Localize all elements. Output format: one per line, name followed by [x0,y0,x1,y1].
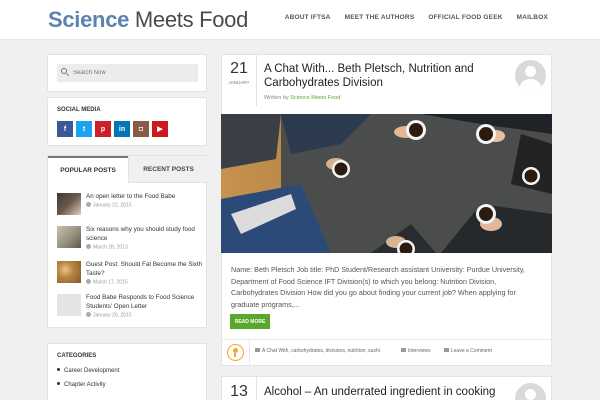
post-category-link[interactable]: Interviews [408,348,431,354]
post-title-link[interactable]: An open letter to the Food Babe [86,193,204,202]
post-date-text: January 22, 2015 [93,202,132,209]
list-item[interactable]: Guest Post: Should Fat Become the Sixth … [57,261,202,289]
instagram-icon[interactable]: ◘ [133,121,149,137]
post-thumbnail[interactable] [57,226,81,248]
clock-icon [86,202,91,207]
site-logo[interactable]: Science Meets Food [48,7,248,33]
post-category: Interviews [401,348,431,354]
tag-icon [255,348,260,352]
post-date-text: January 26, 2015 [93,312,132,319]
posts-tabs-widget: POPULAR POSTS RECENT POSTS An open lette… [47,155,208,328]
post-date-text: March 28, 2013 [93,244,128,251]
search-widget [47,54,207,92]
clock-icon [86,279,91,284]
post-thumbnail[interactable] [57,193,81,215]
post-title-link[interactable]: Guest Post: Should Fat Become the Sixth … [86,261,204,278]
post-tags-links[interactable]: A Chat With, carbohydrates, divisions, n… [262,348,380,354]
category-link[interactable]: Career Development [57,368,119,374]
social-media-title: SOCIAL MEDIA [57,107,101,113]
bullet-icon [57,382,60,385]
tab-popular-posts[interactable]: POPULAR POSTS [48,156,128,183]
search-icon [61,68,67,74]
clock-icon [86,312,91,317]
post-date-day: 13 [230,383,248,400]
logo-part1: Science [48,7,130,32]
post-title[interactable]: A Chat With... Beth Pletsch, Nutrition a… [264,62,499,90]
post-date: March 28, 2013 [86,244,128,251]
nav-mailbox[interactable]: MAILBOX [517,14,548,21]
nav-official-food-geek[interactable]: OFFICIAL FOOD GEEK [428,14,502,21]
list-item[interactable]: An open letter to the Food Babe January … [57,193,202,221]
leave-comment-link[interactable]: Leave a Comment [451,348,492,354]
logo-part2: Meets Food [134,7,249,32]
post-tags: A Chat With, carbohydrates, divisions, n… [255,348,380,354]
post-title-link[interactable]: Food Babe Responds to Food Science Stude… [86,294,204,311]
post-comments: Leave a Comment [444,348,492,354]
youtube-icon[interactable]: ▶ [152,121,168,137]
post-excerpt: Name: Beth Pletsch Job title: PhD Studen… [231,265,525,309]
comment-icon [444,348,449,352]
folder-icon [401,348,406,352]
coffee-table-photo [221,114,552,253]
pin-icon[interactable] [227,344,244,361]
clock-icon [86,244,91,249]
list-item[interactable]: Six reasons why you should study food sc… [57,226,202,254]
post-date: January 22, 2015 [86,202,132,209]
date-divider [256,376,257,400]
tab-recent-posts[interactable]: RECENT POSTS [128,156,208,183]
read-more-button[interactable]: READ MORE [230,314,270,329]
pinterest-icon[interactable]: p [95,121,111,137]
author-link[interactable]: Science Meets Food [290,95,340,101]
byline-prefix: Written by [264,95,289,101]
category-label: Chapter Activity [64,382,106,388]
author-avatar [515,60,546,91]
post-thumbnail[interactable] [57,261,81,283]
main-nav: ABOUT IFTSA MEET THE AUTHORS OFFICIAL FO… [285,14,548,21]
search-input[interactable] [57,64,198,82]
featured-image[interactable] [221,114,552,253]
date-divider [256,54,257,106]
facebook-icon[interactable]: f [57,121,73,137]
twitter-icon[interactable]: t [76,121,92,137]
post-date: March 17, 2015 [86,279,128,286]
meta-divider [249,339,250,366]
social-icons: f t p in ◘ ▶ [57,121,168,137]
post-title[interactable]: Alcohol – An underrated ingredient in co… [264,385,504,399]
post-date-month: JANUARY [228,80,250,85]
site-header: Science Meets Food ABOUT IFTSA MEET THE … [0,0,600,40]
post-date: January 26, 2015 [86,312,132,319]
bullet-icon [57,368,60,371]
post-date-day: 21 [230,60,248,77]
social-media-widget: SOCIAL MEDIA f t p in ◘ ▶ [47,97,207,146]
categories-title: CATEGORIES [57,353,97,359]
list-item[interactable]: Food Babe Responds to Food Science Stude… [57,294,202,322]
post-thumbnail-placeholder[interactable] [57,294,81,316]
nav-about-iftsa[interactable]: ABOUT IFTSA [285,14,331,21]
categories-widget: CATEGORIES Career Development Chapter Ac… [47,343,207,400]
linkedin-icon[interactable]: in [114,121,130,137]
category-label: Career Development [64,368,120,374]
nav-meet-authors[interactable]: MEET THE AUTHORS [345,14,415,21]
post-date-text: March 17, 2015 [93,279,128,286]
post-title-link[interactable]: Six reasons why you should study food sc… [86,226,204,243]
category-link[interactable]: Chapter Activity [57,382,106,388]
post-byline: Written by Science Meets Food [264,95,340,101]
